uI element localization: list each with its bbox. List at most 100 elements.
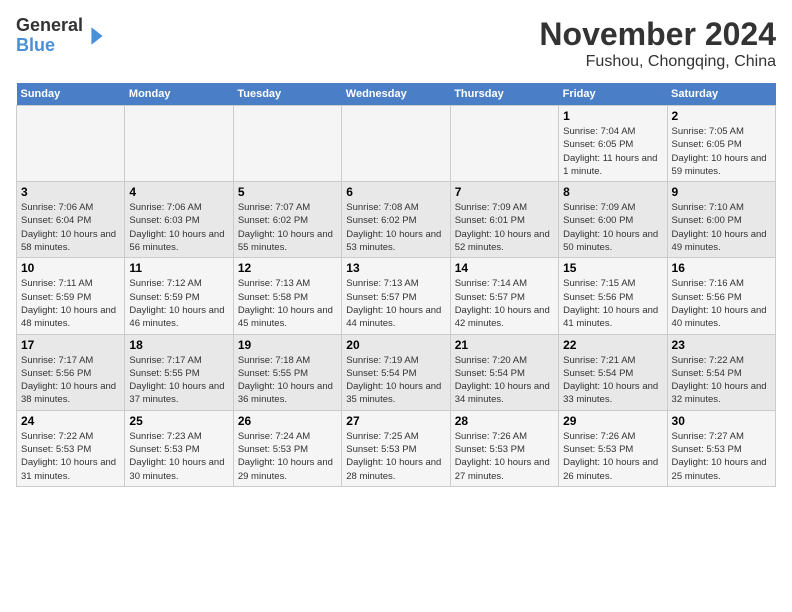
- calendar-cell: 9 Sunrise: 7:10 AM Sunset: 6:00 PM Daylig…: [667, 182, 775, 258]
- day-number: 5: [238, 185, 337, 199]
- calendar-cell: 17 Sunrise: 7:17 AM Sunset: 5:56 PM Dayli…: [17, 334, 125, 410]
- calendar-cell: [17, 106, 125, 182]
- day-info: Sunrise: 7:13 AM Sunset: 5:58 PM Dayligh…: [238, 277, 337, 330]
- day-info: Sunrise: 7:13 AM Sunset: 5:57 PM Dayligh…: [346, 277, 445, 330]
- day-info: Sunrise: 7:05 AM Sunset: 6:05 PM Dayligh…: [672, 125, 771, 178]
- day-info: Sunrise: 7:22 AM Sunset: 5:54 PM Dayligh…: [672, 354, 771, 407]
- day-header: Friday: [559, 83, 667, 106]
- day-number: 19: [238, 338, 337, 352]
- day-number: 20: [346, 338, 445, 352]
- calendar-cell: [450, 106, 558, 182]
- day-number: 1: [563, 109, 662, 123]
- day-number: 8: [563, 185, 662, 199]
- calendar-cell: 22Sunrise: 7:21 AM Sunset: 5:54 PM Dayli…: [559, 334, 667, 410]
- day-info: Sunrise: 7:09 AM Sunset: 6:01 PM Dayligh…: [455, 201, 554, 254]
- day-info: Sunrise: 7:20 AM Sunset: 5:54 PM Dayligh…: [455, 354, 554, 407]
- day-number: 17: [21, 338, 120, 352]
- day-info: Sunrise: 7:17 AM Sunset: 5:56 PM Dayligh…: [21, 354, 120, 407]
- day-header: Saturday: [667, 83, 775, 106]
- day-info: Sunrise: 7:07 AM Sunset: 6:02 PM Dayligh…: [238, 201, 337, 254]
- day-number: 13: [346, 261, 445, 275]
- calendar-cell: 14 Sunrise: 7:14 AM Sunset: 5:57 PM Dayli…: [450, 258, 558, 334]
- logo-line2: Blue: [16, 36, 83, 56]
- day-info: Sunrise: 7:22 AM Sunset: 5:53 PM Dayligh…: [21, 430, 120, 483]
- day-number: 9: [672, 185, 771, 199]
- day-info: Sunrise: 7:21 AM Sunset: 5:54 PM Dayligh…: [563, 354, 662, 407]
- calendar-cell: 2 Sunrise: 7:05 AM Sunset: 6:05 PM Daylig…: [667, 106, 775, 182]
- day-number: 16: [672, 261, 771, 275]
- day-number: 14: [455, 261, 554, 275]
- day-number: 7: [455, 185, 554, 199]
- day-info: Sunrise: 7:17 AM Sunset: 5:55 PM Dayligh…: [129, 354, 228, 407]
- day-info: Sunrise: 7:18 AM Sunset: 5:55 PM Dayligh…: [238, 354, 337, 407]
- day-number: 2: [672, 109, 771, 123]
- calendar-cell: 13 Sunrise: 7:13 AM Sunset: 5:57 PM Dayli…: [342, 258, 450, 334]
- calendar-cell: 25 Sunrise: 7:23 AM Sunset: 5:53 PM Dayli…: [125, 410, 233, 486]
- calendar-cell: 3 Sunrise: 7:06 AM Sunset: 6:04 PM Daylig…: [17, 182, 125, 258]
- calendar-cell: 12 Sunrise: 7:13 AM Sunset: 5:58 PM Dayli…: [233, 258, 341, 334]
- day-info: Sunrise: 7:23 AM Sunset: 5:53 PM Dayligh…: [129, 430, 228, 483]
- calendar-cell: 4 Sunrise: 7:06 AM Sunset: 6:03 PM Daylig…: [125, 182, 233, 258]
- day-info: Sunrise: 7:24 AM Sunset: 5:53 PM Dayligh…: [238, 430, 337, 483]
- day-info: Sunrise: 7:06 AM Sunset: 6:04 PM Dayligh…: [21, 201, 120, 254]
- calendar-cell: 16Sunrise: 7:16 AM Sunset: 5:56 PM Dayli…: [667, 258, 775, 334]
- day-number: 11: [129, 261, 228, 275]
- day-number: 25: [129, 414, 228, 428]
- calendar-cell: 8 Sunrise: 7:09 AM Sunset: 6:00 PM Daylig…: [559, 182, 667, 258]
- calendar-cell: 29Sunrise: 7:26 AM Sunset: 5:53 PM Dayli…: [559, 410, 667, 486]
- day-info: Sunrise: 7:10 AM Sunset: 6:00 PM Dayligh…: [672, 201, 771, 254]
- calendar-cell: 26Sunrise: 7:24 AM Sunset: 5:53 PM Dayli…: [233, 410, 341, 486]
- day-info: Sunrise: 7:15 AM Sunset: 5:56 PM Dayligh…: [563, 277, 662, 330]
- day-header: Sunday: [17, 83, 125, 106]
- calendar-cell: 21 Sunrise: 7:20 AM Sunset: 5:54 PM Dayli…: [450, 334, 558, 410]
- logo: General Blue: [16, 16, 109, 56]
- calendar-cell: 20 Sunrise: 7:19 AM Sunset: 5:54 PM Dayli…: [342, 334, 450, 410]
- logo-icon: [85, 24, 109, 48]
- calendar-cell: 27 Sunrise: 7:25 AM Sunset: 5:53 PM Dayli…: [342, 410, 450, 486]
- calendar-cell: [342, 106, 450, 182]
- calendar-cell: [125, 106, 233, 182]
- calendar-table: SundayMondayTuesdayWednesdayThursdayFrid…: [16, 83, 776, 487]
- day-number: 23: [672, 338, 771, 352]
- day-info: Sunrise: 7:14 AM Sunset: 5:57 PM Dayligh…: [455, 277, 554, 330]
- calendar-cell: [233, 106, 341, 182]
- day-header: Monday: [125, 83, 233, 106]
- calendar-cell: 18 Sunrise: 7:17 AM Sunset: 5:55 PM Dayli…: [125, 334, 233, 410]
- day-number: 28: [455, 414, 554, 428]
- day-number: 27: [346, 414, 445, 428]
- calendar-cell: 23 Sunrise: 7:22 AM Sunset: 5:54 PM Dayli…: [667, 334, 775, 410]
- day-info: Sunrise: 7:06 AM Sunset: 6:03 PM Dayligh…: [129, 201, 228, 254]
- day-info: Sunrise: 7:26 AM Sunset: 5:53 PM Dayligh…: [455, 430, 554, 483]
- calendar-cell: 24Sunrise: 7:22 AM Sunset: 5:53 PM Dayli…: [17, 410, 125, 486]
- day-info: Sunrise: 7:26 AM Sunset: 5:53 PM Dayligh…: [563, 430, 662, 483]
- day-number: 10: [21, 261, 120, 275]
- calendar-cell: 5 Sunrise: 7:07 AM Sunset: 6:02 PM Daylig…: [233, 182, 341, 258]
- day-header: Thursday: [450, 83, 558, 106]
- calendar-cell: 28 Sunrise: 7:26 AM Sunset: 5:53 PM Dayli…: [450, 410, 558, 486]
- calendar-cell: 10Sunrise: 7:11 AM Sunset: 5:59 PM Dayli…: [17, 258, 125, 334]
- day-info: Sunrise: 7:04 AM Sunset: 6:05 PM Dayligh…: [563, 125, 662, 178]
- calendar-cell: 7 Sunrise: 7:09 AM Sunset: 6:01 PM Daylig…: [450, 182, 558, 258]
- day-info: Sunrise: 7:25 AM Sunset: 5:53 PM Dayligh…: [346, 430, 445, 483]
- day-info: Sunrise: 7:08 AM Sunset: 6:02 PM Dayligh…: [346, 201, 445, 254]
- calendar-subtitle: Fushou, Chongqing, China: [539, 53, 776, 71]
- calendar-cell: 1 Sunrise: 7:04 AM Sunset: 6:05 PM Daylig…: [559, 106, 667, 182]
- calendar-title: November 2024: [539, 16, 776, 53]
- page-header: General Blue November 2024 Fushou, Chong…: [16, 16, 776, 71]
- day-number: 18: [129, 338, 228, 352]
- day-info: Sunrise: 7:19 AM Sunset: 5:54 PM Dayligh…: [346, 354, 445, 407]
- calendar-cell: 15 Sunrise: 7:15 AM Sunset: 5:56 PM Dayli…: [559, 258, 667, 334]
- day-header: Wednesday: [342, 83, 450, 106]
- calendar-cell: 30Sunrise: 7:27 AM Sunset: 5:53 PM Dayli…: [667, 410, 775, 486]
- day-number: 30: [672, 414, 771, 428]
- calendar-cell: 11 Sunrise: 7:12 AM Sunset: 5:59 PM Dayli…: [125, 258, 233, 334]
- day-number: 6: [346, 185, 445, 199]
- day-number: 15: [563, 261, 662, 275]
- day-number: 21: [455, 338, 554, 352]
- day-info: Sunrise: 7:09 AM Sunset: 6:00 PM Dayligh…: [563, 201, 662, 254]
- day-info: Sunrise: 7:12 AM Sunset: 5:59 PM Dayligh…: [129, 277, 228, 330]
- day-number: 12: [238, 261, 337, 275]
- day-number: 3: [21, 185, 120, 199]
- logo-line1: General: [16, 16, 83, 36]
- day-number: 4: [129, 185, 228, 199]
